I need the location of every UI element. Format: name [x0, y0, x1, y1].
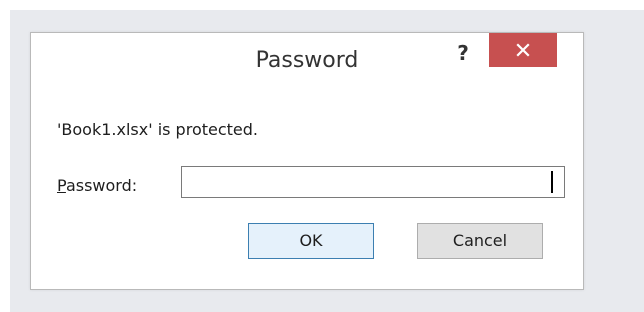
- cancel-button[interactable]: Cancel: [417, 223, 543, 259]
- title-bar: Password ?: [31, 33, 583, 91]
- ok-button[interactable]: OK: [248, 223, 374, 259]
- password-dialog: Password ? 'Book1.xlsx' is protected. Pa…: [30, 32, 584, 290]
- password-label-text: assword:: [65, 176, 138, 195]
- password-label: Password:: [57, 176, 137, 195]
- close-icon: [516, 43, 530, 57]
- password-label-accelerator: P: [57, 176, 66, 195]
- protection-message: 'Book1.xlsx' is protected.: [57, 120, 258, 139]
- password-input[interactable]: [181, 166, 565, 198]
- help-button[interactable]: ?: [449, 35, 477, 71]
- close-button[interactable]: [489, 33, 557, 67]
- text-caret: [551, 171, 553, 193]
